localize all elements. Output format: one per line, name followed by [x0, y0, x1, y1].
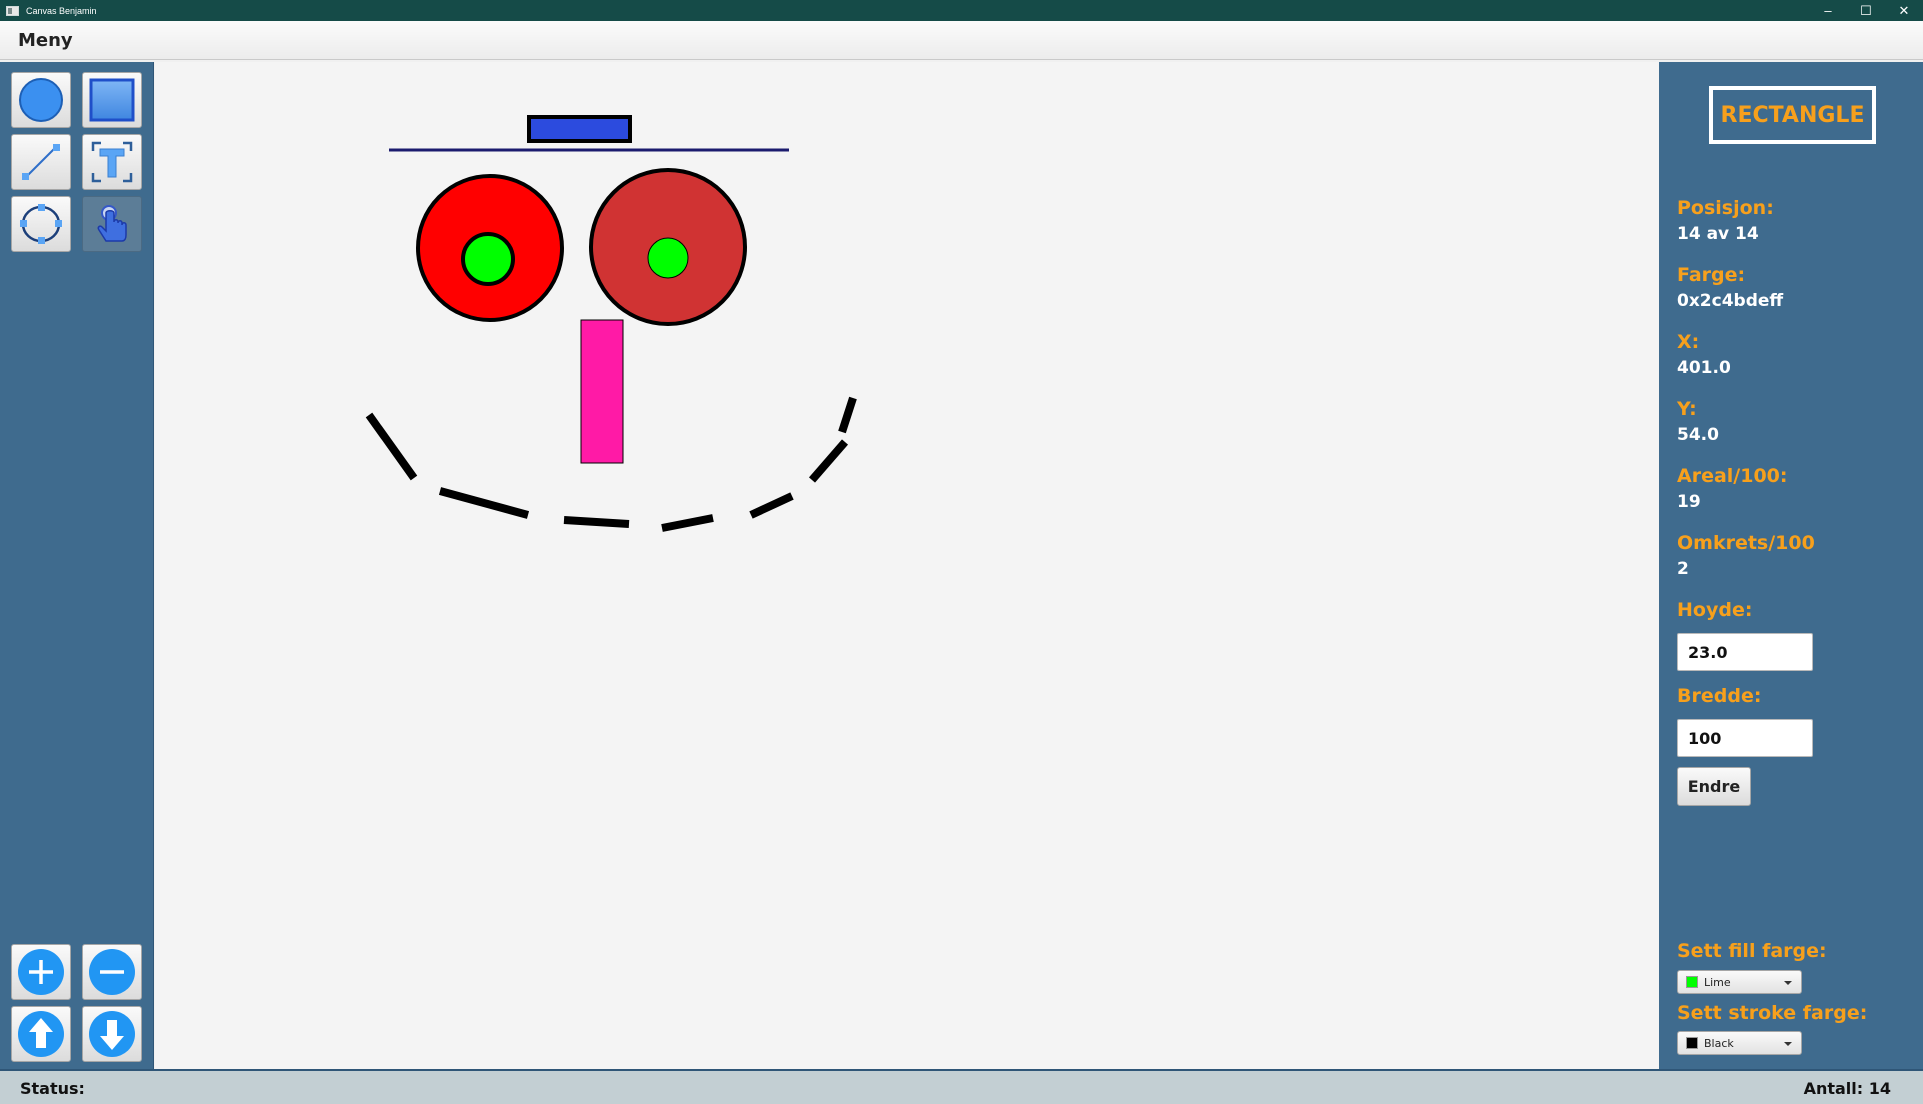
area-label: Areal/100: [1677, 465, 1788, 487]
line-tool-button[interactable] [11, 134, 71, 190]
stroke-color-select[interactable]: Black [1677, 1031, 1802, 1055]
height-label: Hoyde: [1677, 599, 1753, 621]
minimize-icon[interactable]: – [1809, 0, 1847, 21]
nose-rectangle[interactable] [580, 319, 624, 464]
right-pupil-circle[interactable] [647, 237, 689, 279]
drawing-canvas[interactable] [155, 62, 1659, 1069]
fill-color-label: Sett fill farge: [1677, 940, 1827, 962]
arrow-up-icon [18, 1011, 64, 1057]
chevron-down-icon [1784, 981, 1792, 985]
arrow-down-icon [89, 1011, 135, 1057]
hat-rectangle[interactable] [527, 115, 632, 143]
position-value: 14 av 14 [1677, 224, 1759, 244]
status-label: Status: [20, 1079, 85, 1098]
text-icon [91, 141, 133, 183]
hand-pointer-icon [97, 205, 127, 242]
chevron-down-icon [1784, 1042, 1792, 1046]
width-input[interactable] [1677, 719, 1813, 757]
move-down-button[interactable] [82, 1006, 142, 1062]
circle-icon [19, 78, 63, 122]
fill-color-select[interactable]: Lime [1677, 970, 1802, 994]
position-label: Posisjon: [1677, 197, 1774, 219]
stroke-color-label: Sett stroke farge: [1677, 1002, 1868, 1024]
move-up-button[interactable] [11, 1006, 71, 1062]
close-icon[interactable]: ✕ [1885, 0, 1923, 21]
x-value: 401.0 [1677, 358, 1731, 378]
canvas-shapes [365, 115, 857, 532]
status-bar: Status: Antall: 14 [0, 1069, 1923, 1104]
minus-icon [89, 949, 135, 995]
line-icon [22, 144, 60, 180]
ellipse-icon [20, 204, 62, 244]
zoom-in-button[interactable] [11, 944, 71, 1000]
width-label: Bredde: [1677, 685, 1762, 707]
stroke-color-value: Black [1704, 1036, 1734, 1050]
color-label: Farge: [1677, 264, 1746, 286]
text-tool-button[interactable] [82, 134, 142, 190]
y-value: 54.0 [1677, 425, 1719, 445]
apply-button[interactable]: Endre [1677, 767, 1751, 806]
fill-swatch [1686, 976, 1698, 988]
plus-icon [18, 949, 64, 995]
rectangle-icon [89, 78, 135, 122]
window-controls: – ☐ ✕ [1809, 0, 1923, 21]
maximize-icon[interactable]: ☐ [1847, 0, 1885, 21]
perimeter-label: Omkrets/100 [1677, 532, 1815, 554]
shape-type-label: RECTANGLE [1709, 86, 1876, 144]
height-input[interactable] [1677, 633, 1813, 671]
ellipse-tool-button[interactable] [11, 196, 71, 252]
y-label: Y: [1677, 398, 1697, 420]
window-title: Canvas Benjamin [26, 5, 97, 16]
rectangle-tool-button[interactable] [82, 72, 142, 128]
window-title-bar: Canvas Benjamin – ☐ ✕ [0, 0, 1923, 21]
area-value: 19 [1677, 492, 1701, 512]
left-pupil-circle[interactable] [461, 232, 515, 286]
app-icon [6, 5, 19, 16]
fill-color-value: Lime [1704, 975, 1731, 989]
shape-count: Antall: 14 [1803, 1079, 1891, 1098]
select-tool-button[interactable] [82, 196, 142, 252]
menu-meny[interactable]: Meny [18, 30, 73, 51]
stroke-swatch [1686, 1037, 1698, 1049]
x-label: X: [1677, 331, 1700, 353]
zoom-out-button[interactable] [82, 944, 142, 1000]
color-value: 0x2c4bdeff [1677, 291, 1784, 311]
menu-bar: Meny [0, 21, 1923, 60]
properties-panel: RECTANGLE Posisjon: 14 av 14 Farge: 0x2c… [1659, 62, 1923, 1069]
perimeter-value: 2 [1677, 559, 1689, 579]
tool-sidebar [0, 62, 154, 1069]
circle-tool-button[interactable] [11, 72, 71, 128]
